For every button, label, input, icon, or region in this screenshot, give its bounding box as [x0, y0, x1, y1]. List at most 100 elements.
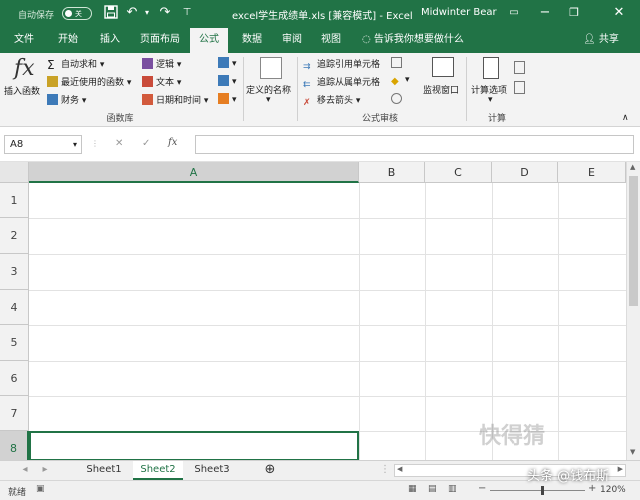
undo-dropdown-icon[interactable]: ▾: [139, 5, 155, 21]
person-icon: 👤︎: [583, 34, 596, 45]
formula-bar-grip-icon: ⋮: [91, 139, 99, 148]
selected-cell-a8[interactable]: [29, 431, 359, 460]
logical-button[interactable]: 逻辑 ▾: [142, 57, 181, 70]
undo-icon[interactable]: ↶: [124, 5, 140, 21]
page-break-view-icon[interactable]: ▥: [448, 484, 457, 494]
sheet-tab-sheet2[interactable]: Sheet2: [133, 461, 183, 480]
insert-function-icon[interactable]: fx: [168, 137, 177, 148]
divider: [466, 57, 467, 121]
restore-icon[interactable]: ❐: [565, 4, 583, 22]
user-name[interactable]: Midwinter Bear: [421, 7, 497, 18]
autosum-button[interactable]: Σ 自动求和 ▾: [47, 57, 104, 71]
autosave-toggle[interactable]: 关: [62, 7, 92, 20]
row-header-4[interactable]: 4: [0, 290, 29, 325]
tab-view[interactable]: 视图: [315, 28, 347, 53]
lookup-button[interactable]: ▾: [218, 57, 237, 69]
row-header-7[interactable]: 7: [0, 396, 29, 431]
group-formula-auditing: 公式审核: [361, 114, 398, 124]
calc-sheet-icon[interactable]: [514, 81, 525, 94]
tab-home[interactable]: 开始: [52, 28, 84, 53]
scroll-tabs-right-icon[interactable]: ▸: [38, 461, 52, 480]
tab-splitter-icon[interactable]: ⋮: [380, 461, 390, 480]
row-header-5[interactable]: 5: [0, 325, 29, 361]
share-button[interactable]: 👤︎ 共享: [583, 29, 631, 51]
scroll-left-icon[interactable]: ◀: [397, 465, 402, 473]
remove-arrows-button[interactable]: ✗ 移去箭头 ▾: [303, 93, 360, 109]
logical-icon: [142, 58, 153, 69]
tab-file[interactable]: 文件: [8, 28, 40, 53]
vertical-scrollbar[interactable]: ▲ ▼: [626, 162, 640, 460]
tab-insert[interactable]: 插入: [94, 28, 126, 53]
sheet-tab-sheet3[interactable]: Sheet3: [188, 461, 236, 480]
recent-functions-button[interactable]: 最近使用的函数 ▾: [47, 75, 131, 88]
macro-record-icon[interactable]: ▣: [36, 484, 45, 494]
tab-formulas[interactable]: 公式: [190, 28, 228, 53]
show-formulas-button[interactable]: [391, 57, 405, 69]
name-box-value: A8: [10, 139, 24, 150]
zoom-in-icon[interactable]: +: [588, 483, 596, 494]
trace-dependents-button[interactable]: ⇇ 追踪从属单元格: [303, 75, 380, 91]
row-header-8[interactable]: 8: [0, 431, 29, 460]
tab-review[interactable]: 审阅: [276, 28, 308, 53]
trace-precedents-button[interactable]: ⇉ 追踪引用单元格: [303, 57, 380, 73]
save-icon[interactable]: [103, 5, 119, 21]
trace-dependents-icon: ⇇: [303, 80, 311, 90]
vertical-scroll-thumb[interactable]: [629, 176, 638, 306]
text-button[interactable]: 文本 ▾: [142, 75, 181, 88]
column-header-b[interactable]: B: [359, 162, 425, 183]
more-functions-button[interactable]: ▾: [218, 93, 237, 105]
zoom-slider-thumb[interactable]: [541, 486, 544, 495]
row-header-3[interactable]: 3: [0, 254, 29, 290]
row-header-1[interactable]: 1: [0, 183, 29, 218]
column-header-a[interactable]: A: [29, 162, 359, 183]
scroll-up-icon[interactable]: ▲: [630, 163, 635, 171]
datetime-button[interactable]: 日期和时间 ▾: [142, 93, 208, 106]
zoom-level[interactable]: 120%: [600, 485, 626, 495]
text-icon: [142, 76, 153, 87]
cancel-icon[interactable]: ✕: [115, 138, 123, 149]
more-functions-icon: [218, 93, 229, 104]
sheet-tab-sheet1[interactable]: Sheet1: [80, 461, 128, 480]
error-checking-icon: ◆: [391, 76, 399, 87]
zoom-out-icon[interactable]: −: [478, 483, 486, 494]
watermark-logo: 快得猜: [479, 424, 546, 449]
redo-icon[interactable]: ↷: [157, 5, 173, 21]
minimize-icon[interactable]: −: [536, 4, 554, 22]
evaluate-formula-button[interactable]: [391, 93, 405, 105]
toggle-knob: [65, 10, 72, 17]
scroll-tabs-left-icon[interactable]: ◂: [18, 461, 32, 480]
gridline: [29, 254, 626, 255]
column-header-d[interactable]: D: [492, 162, 558, 183]
customize-quick-access-icon[interactable]: ⊤: [179, 5, 195, 21]
select-all-corner[interactable]: [0, 162, 29, 183]
calc-now-icon[interactable]: [514, 61, 525, 74]
enter-icon[interactable]: ✓: [142, 138, 150, 149]
formula-input[interactable]: [195, 135, 634, 154]
tab-data[interactable]: 数据: [236, 28, 268, 53]
page-layout-view-icon[interactable]: ▤: [428, 484, 437, 494]
column-header-e[interactable]: E: [558, 162, 626, 183]
ribbon-display-options-icon[interactable]: ▭: [505, 4, 523, 22]
row-header-6[interactable]: 6: [0, 361, 29, 396]
zoom-slider[interactable]: [490, 490, 585, 491]
formula-controls: ✕ ✓ fx: [105, 135, 192, 154]
ribbon-formulas: fx 插入函数 Σ 自动求和 ▾ 最近使用的函数 ▾ 财务 ▾ 逻辑 ▾ 文本 ▾…: [0, 53, 640, 127]
tell-me-box[interactable]: ◌ 告诉我你想要做什么: [362, 28, 474, 53]
tab-page-layout[interactable]: 页面布局: [135, 28, 185, 53]
financial-button[interactable]: 财务 ▾: [47, 93, 86, 106]
tell-me-text: 告诉我你想要做什么: [373, 34, 464, 45]
scroll-down-icon[interactable]: ▼: [630, 448, 635, 456]
close-icon[interactable]: ✕: [610, 4, 628, 22]
new-sheet-icon[interactable]: ⊕: [260, 461, 280, 480]
watermark-credit: 头条 @钱布斯: [527, 469, 610, 484]
normal-view-icon[interactable]: ▦: [408, 484, 417, 494]
error-checking-button[interactable]: ◆ ▾: [391, 75, 410, 88]
collapse-ribbon-icon[interactable]: ∧: [622, 113, 629, 123]
text-label: 文本: [156, 78, 175, 88]
scroll-right-icon[interactable]: ▶: [618, 465, 623, 473]
name-box[interactable]: A8 ▾: [4, 135, 82, 154]
row-header-2[interactable]: 2: [0, 218, 29, 254]
math-button[interactable]: ▾: [218, 75, 237, 87]
remove-arrows-icon: ✗: [303, 98, 311, 108]
column-header-c[interactable]: C: [425, 162, 492, 183]
